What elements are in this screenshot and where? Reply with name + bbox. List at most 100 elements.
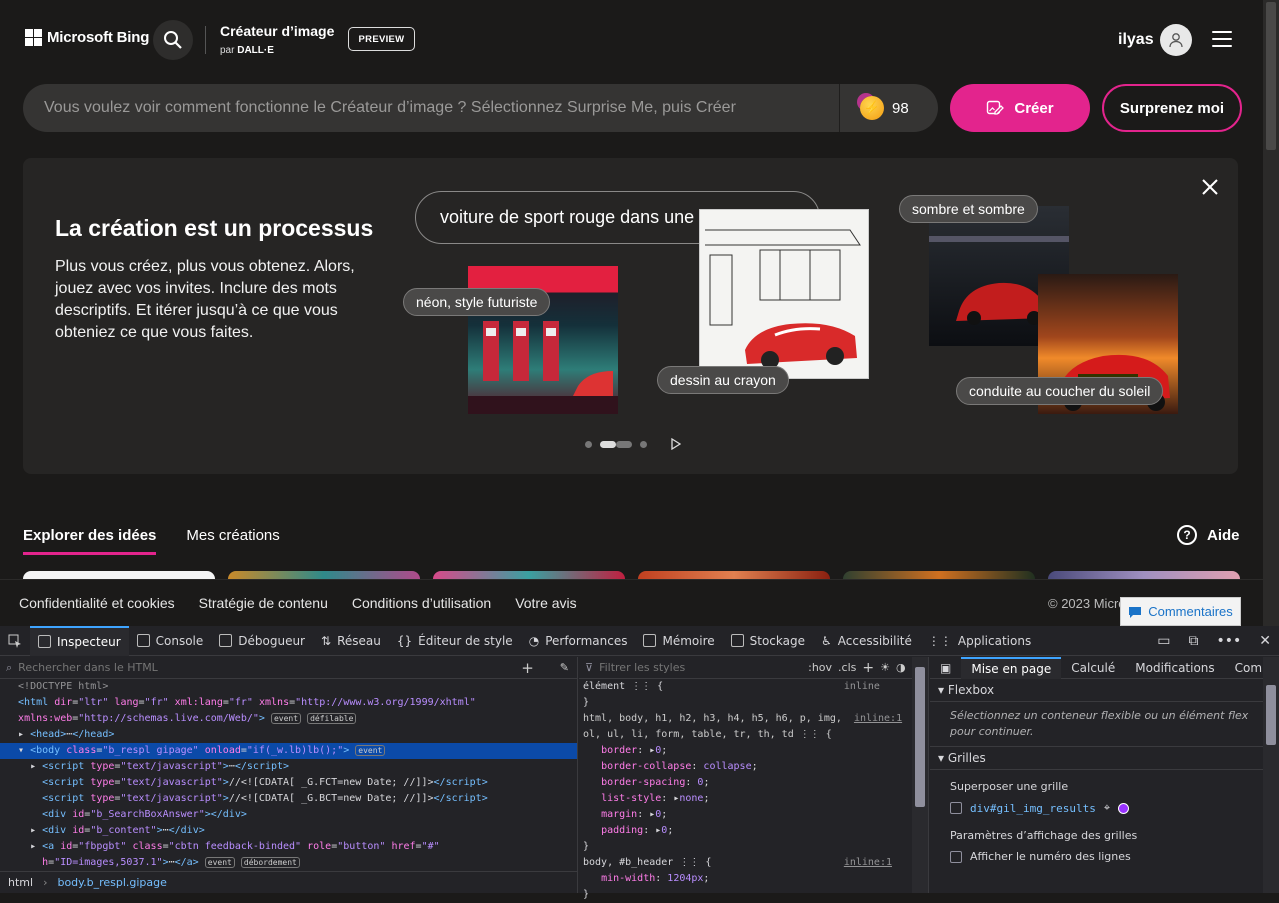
tab-style-editor[interactable]: {} Éditeur de style (389, 626, 521, 656)
layout-panel-icon[interactable]: ▣ (930, 657, 961, 679)
tab-network[interactable]: ⇅ Réseau (313, 626, 389, 656)
search-icon: ⌕ (6, 660, 13, 674)
styles-filter: ⊽ :hov .cls + ☀ ◑ ▤ (579, 657, 928, 679)
grids-section[interactable]: ▾ Grilles (930, 746, 1279, 770)
pencil-sketch-image[interactable] (699, 209, 869, 379)
tab-accessibility[interactable]: ♿ Accessibilité (813, 626, 920, 656)
close-icon[interactable]: ✕ (1259, 633, 1271, 649)
feedback-button[interactable]: Commentaires (1120, 597, 1241, 626)
add-node-icon[interactable]: + (521, 659, 554, 677)
windows-logo-icon (25, 29, 42, 46)
pencil-image-icon (987, 100, 1005, 115)
footer-link-terms[interactable]: Conditions d’utilisation (352, 595, 491, 611)
grid-param-line-numbers[interactable]: Afficher le numéro des lignes (930, 846, 1279, 867)
layout-scrollbar[interactable] (1263, 657, 1279, 893)
user-name[interactable]: ilyas (1118, 31, 1154, 49)
page-scrollbar[interactable] (1263, 0, 1279, 626)
grid-overlay-item[interactable]: div#gil_img_results ⌖ (930, 797, 1279, 819)
console-icon (136, 634, 150, 647)
boost-counter[interactable]: ⚡ 98 (839, 84, 938, 132)
target-icon[interactable]: ⌖ (1104, 801, 1110, 815)
breadcrumb-item[interactable]: body.b_respl.gipage (57, 876, 166, 889)
help-button[interactable]: ? Aide (1177, 525, 1240, 545)
play-icon[interactable] (671, 438, 681, 450)
explore-tabs: Explorer des idées Mes créations (23, 527, 280, 555)
tab-console[interactable]: Console (129, 626, 212, 656)
hov-toggle[interactable]: :hov (808, 661, 832, 674)
add-rule-icon[interactable]: + (862, 660, 874, 676)
footer-link-privacy[interactable]: Confidentialité et cookies (19, 595, 175, 611)
tab-applications[interactable]: ⋮⋮ Applications (920, 626, 1039, 656)
breadcrumb: html › body.b_respl.gipage (0, 871, 578, 893)
checkbox[interactable] (950, 850, 962, 863)
tab-layout[interactable]: Mise en page (961, 656, 1062, 679)
dock-icon[interactable]: ⧉ (1188, 633, 1198, 649)
checkbox[interactable] (950, 802, 962, 814)
create-button[interactable]: Créer (950, 84, 1090, 132)
carousel-dot-active[interactable] (600, 440, 616, 448)
close-icon[interactable] (1199, 176, 1221, 198)
boost-count: 98 (892, 99, 909, 117)
help-label: Aide (1207, 526, 1240, 544)
surprise-button[interactable]: Surprenez moi (1102, 84, 1242, 132)
footer-link-feedback[interactable]: Votre avis (515, 595, 576, 611)
dark-mode-icon[interactable]: ◑ (896, 661, 906, 674)
breadcrumb-item[interactable]: html (8, 876, 33, 889)
responsive-icon[interactable]: ▭ (1157, 633, 1170, 649)
cls-toggle[interactable]: .cls (838, 661, 856, 674)
tab-memory[interactable]: Mémoire (635, 626, 722, 656)
comment-icon (1129, 606, 1142, 618)
lightning-icon: ⚡ (860, 96, 884, 120)
accessibility-icon: ♿ (821, 633, 832, 648)
tab-label: Stockage (749, 633, 805, 648)
tab-changes[interactable]: Modifications (1125, 657, 1224, 679)
carousel-body: Plus vous créez, plus vous obtenez. Alor… (55, 258, 355, 341)
html-search: ⌕ + ✎ (0, 657, 577, 679)
pick-element-icon[interactable] (0, 626, 30, 656)
layout-tabs: ▣ Mise en page Calculé Modifications Com… (930, 656, 1279, 679)
footer-link-content-policy[interactable]: Stratégie de contenu (199, 595, 328, 611)
rules-scrollbar[interactable] (912, 657, 928, 893)
tab-my-creations[interactable]: Mes créations (186, 527, 279, 555)
more-icon[interactable]: ••• (1216, 633, 1241, 649)
menu-icon[interactable] (1212, 31, 1232, 47)
header-divider (205, 26, 206, 54)
prompt-input[interactable] (23, 84, 839, 132)
light-mode-icon[interactable]: ☀ (880, 661, 890, 674)
tab-inspector[interactable]: Inspecteur (30, 625, 129, 656)
tab-label: Console (155, 633, 204, 648)
eyedropper-icon[interactable]: ✎ (560, 661, 577, 674)
html-search-input[interactable] (18, 661, 516, 674)
layout-pane: ▣ Mise en page Calculé Modifications Com… (930, 656, 1279, 893)
avatar[interactable] (1160, 24, 1192, 56)
flexbox-section[interactable]: ▾ Flexbox (930, 679, 1279, 702)
tab-debugger[interactable]: Débogueur (211, 626, 313, 656)
flexbox-hint: Sélectionnez un conteneur flexible ou un… (950, 709, 1249, 738)
tab-label: Applications (957, 633, 1032, 648)
tab-storage[interactable]: Stockage (723, 626, 813, 656)
tab-label: Éditeur de style (418, 633, 513, 648)
pill-pencil: dessin au crayon (657, 366, 789, 394)
grid-color-swatch[interactable] (1118, 802, 1130, 814)
grid-item-label: div#gil_img_results (970, 801, 1096, 815)
devtools-panel: Inspecteur Console Débogueur ⇅ Réseau {} É… (0, 625, 1279, 900)
braces-icon: {} (396, 633, 413, 648)
tab-label: Débogueur (238, 633, 305, 648)
html-tree[interactable]: <!DOCTYPE html> <html dir="ltr" lang="fr… (0, 679, 577, 871)
grid-params-title: Paramètres d’affichage des grilles (950, 829, 1138, 842)
overlay-grid-title: Superposer une grille (950, 780, 1069, 793)
rules-list[interactable]: élément ⋮⋮ { inline } html, body, h1, h2… (579, 679, 928, 903)
bing-logo[interactable]: Microsoft Bing (25, 29, 149, 46)
app-title[interactable]: Créateur d’image (220, 23, 334, 39)
search-icon (164, 31, 182, 49)
styles-filter-input[interactable] (599, 661, 803, 674)
html-pane: ⌕ + ✎ <!DOCTYPE html> <html dir="ltr" la… (0, 657, 578, 893)
search-button[interactable] (153, 20, 193, 60)
carousel-dot[interactable] (640, 440, 647, 448)
carousel-dot[interactable] (585, 440, 592, 448)
tab-explore[interactable]: Explorer des idées (23, 527, 157, 555)
carousel-dot-progress (616, 440, 632, 448)
tab-computed[interactable]: Calculé (1061, 657, 1125, 679)
feedback-label: Commentaires (1148, 604, 1233, 619)
tab-performance[interactable]: ◔ Performances (521, 626, 636, 656)
